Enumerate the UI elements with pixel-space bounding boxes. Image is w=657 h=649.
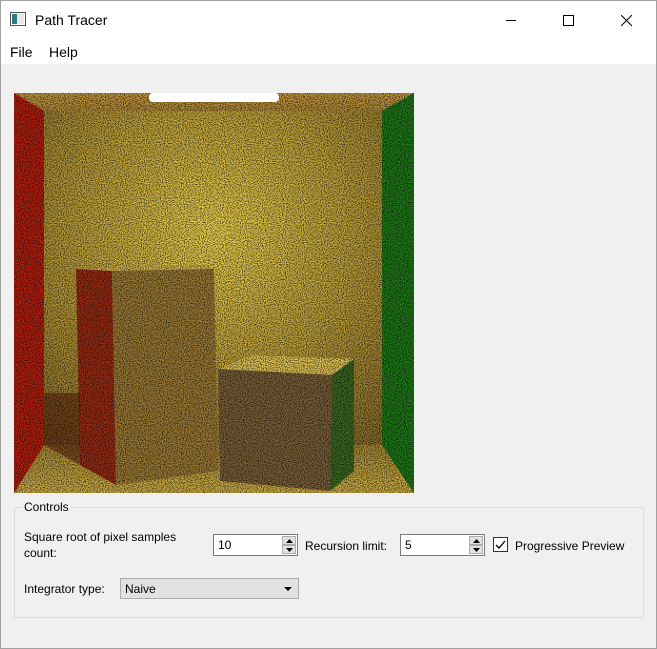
main-window: Path Tracer File Help Controls Square ro… (0, 0, 657, 649)
recursion-value[interactable]: 5 (405, 538, 412, 552)
samples-label-line2: count: (24, 546, 57, 560)
title-bar[interactable]: Path Tracer (1, 1, 656, 39)
down-arrow-icon (472, 547, 480, 552)
integrator-value: Naive (125, 582, 156, 596)
progressive-preview-checkbox[interactable] (493, 537, 508, 552)
window-title: Path Tracer (35, 12, 108, 28)
recursion-decrement-button[interactable] (469, 545, 483, 554)
recursion-spin-buttons (469, 536, 483, 554)
recursion-spinbox[interactable]: 5 (400, 534, 485, 556)
samples-spinbox[interactable]: 10 (213, 534, 298, 556)
integrator-combobox[interactable]: Naive (120, 578, 299, 599)
menu-help[interactable]: Help (49, 44, 78, 60)
cornell-box-render (14, 93, 414, 493)
samples-increment-button[interactable] (282, 536, 296, 545)
recursion-increment-button[interactable] (469, 536, 483, 545)
menu-bar: File Help (1, 39, 656, 64)
samples-label-line1: Square root of pixel samples (24, 530, 177, 544)
progressive-preview-label[interactable]: Progressive Preview (515, 538, 624, 554)
render-image (14, 93, 414, 493)
up-arrow-icon (285, 538, 293, 543)
samples-decrement-button[interactable] (282, 545, 296, 554)
close-button[interactable] (603, 1, 649, 39)
controls-group (14, 507, 644, 618)
checkmark-icon (495, 540, 506, 549)
recursion-label: Recursion limit: (305, 539, 388, 553)
controls-group-title: Controls (22, 500, 71, 514)
down-arrow-icon (285, 547, 293, 552)
integrator-label: Integrator type: (24, 582, 105, 596)
samples-spin-buttons (282, 536, 296, 554)
close-icon (620, 14, 632, 26)
samples-value[interactable]: 10 (218, 538, 231, 552)
app-icon (10, 12, 26, 26)
minimize-button[interactable] (488, 1, 534, 39)
menu-file[interactable]: File (10, 44, 33, 60)
maximize-button[interactable] (545, 1, 591, 39)
chevron-down-icon (284, 587, 292, 591)
up-arrow-icon (472, 538, 480, 543)
minimize-icon (506, 20, 516, 21)
maximize-icon (562, 14, 574, 26)
